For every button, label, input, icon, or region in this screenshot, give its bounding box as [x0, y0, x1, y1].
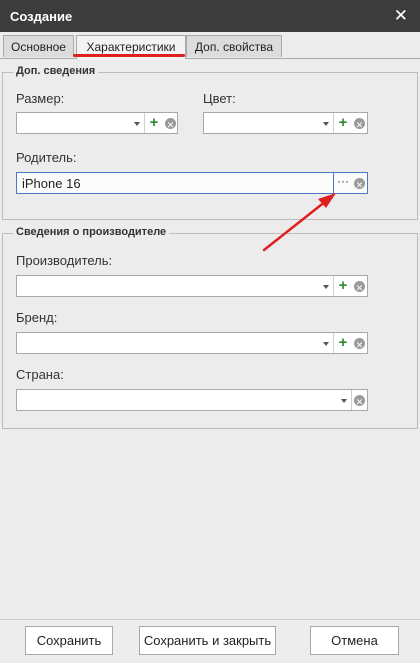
annotation-arrow	[262, 193, 336, 252]
save-button[interactable]: Сохранить	[25, 626, 113, 655]
cancel-button[interactable]: Отмена	[310, 626, 399, 655]
save-and-close-button[interactable]: Сохранить и закрыть	[139, 626, 276, 655]
footer: Сохранить Сохранить и закрыть Отмена	[0, 619, 420, 663]
annotation-arrow-shaft	[262, 199, 328, 252]
